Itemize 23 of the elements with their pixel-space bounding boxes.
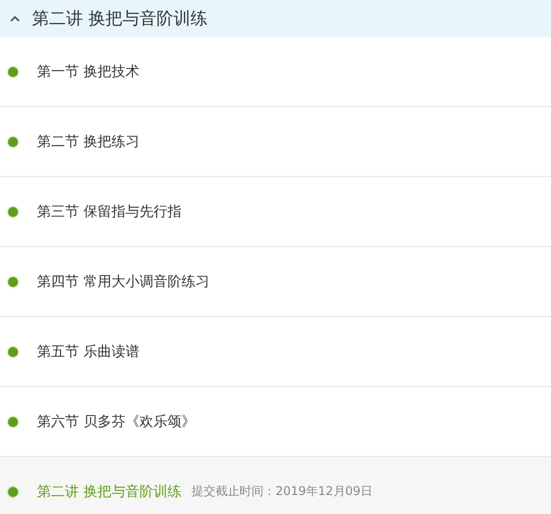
lesson-row[interactable]: 第五节 乐曲读谱 <box>0 317 551 387</box>
lesson-row[interactable]: 第四节 常用大小调音阶练习 <box>0 247 551 317</box>
lesson-row[interactable]: 第一节 换把技术 <box>0 37 551 107</box>
lesson-title: 第三节 保留指与先行指 <box>37 202 182 220</box>
status-dot-icon <box>8 346 18 356</box>
status-dot-icon <box>8 206 18 216</box>
lesson-row[interactable]: 第二节 换把练习 <box>0 107 551 177</box>
lesson-title: 第一节 换把技术 <box>37 62 140 80</box>
lesson-row[interactable]: 第三节 保留指与先行指 <box>0 177 551 247</box>
deadline-text: 提交截止时间：2019年12月09日 <box>191 483 373 500</box>
lesson-title: 第六节 贝多芬《欢乐颂》 <box>37 412 196 430</box>
status-dot-icon <box>8 416 18 426</box>
lesson-title: 第四节 常用大小调音阶练习 <box>37 272 210 290</box>
chevron-up-icon[interactable] <box>10 16 20 22</box>
status-dot-icon <box>8 66 18 76</box>
status-dot-icon <box>8 486 18 496</box>
status-dot-icon <box>8 136 18 146</box>
chapter-header[interactable]: 第二讲 换把与音阶训练 <box>0 0 551 37</box>
assignment-title: 第二讲 换把与音阶训练 <box>37 482 182 500</box>
lesson-title: 第五节 乐曲读谱 <box>37 342 140 360</box>
chapter-title: 第二讲 换把与音阶训练 <box>32 8 208 30</box>
lesson-title: 第二节 换把练习 <box>37 132 140 150</box>
status-dot-icon <box>8 276 18 286</box>
